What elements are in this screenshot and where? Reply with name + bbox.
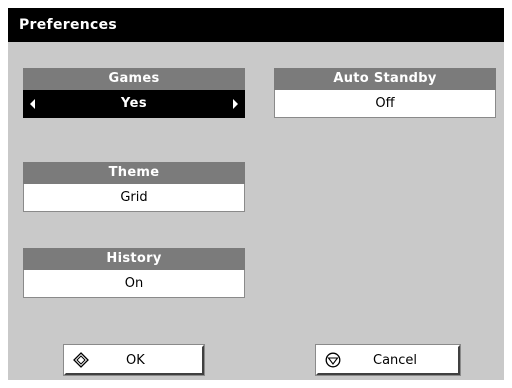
history-selector[interactable]: On — [23, 270, 245, 298]
games-selector[interactable]: Yes — [23, 90, 245, 118]
history-value: On — [124, 276, 144, 291]
arrow-left-icon[interactable] — [30, 99, 35, 109]
diamond-icon — [73, 352, 89, 368]
auto-standby-selector[interactable]: Off — [274, 90, 496, 118]
preferences-window: Preferences Games Yes Auto Standby Off T… — [0, 0, 512, 388]
title-bar: Preferences — [8, 8, 504, 42]
history-label: History — [23, 248, 245, 270]
arrow-right-icon[interactable] — [233, 99, 238, 109]
theme-label: Theme — [23, 162, 245, 184]
games-label: Games — [23, 68, 245, 90]
preferences-panel: Games Yes Auto Standby Off Theme Grid Hi… — [8, 42, 504, 380]
auto-standby-label: Auto Standby — [274, 68, 496, 90]
window-title: Preferences — [19, 17, 118, 33]
theme-value: Grid — [120, 190, 148, 205]
ok-button[interactable]: OK — [63, 344, 205, 376]
auto-standby-value: Off — [375, 96, 395, 111]
setting-history: History On — [23, 248, 245, 298]
games-value: Yes — [120, 96, 148, 111]
setting-auto-standby: Auto Standby Off — [274, 68, 496, 118]
circle-triangle-icon — [325, 352, 341, 368]
cancel-label: Cancel — [373, 353, 418, 368]
ok-label: OK — [126, 353, 145, 368]
cancel-button[interactable]: Cancel — [315, 344, 461, 376]
setting-theme: Theme Grid — [23, 162, 245, 212]
setting-games: Games Yes — [23, 68, 245, 118]
theme-selector[interactable]: Grid — [23, 184, 245, 212]
